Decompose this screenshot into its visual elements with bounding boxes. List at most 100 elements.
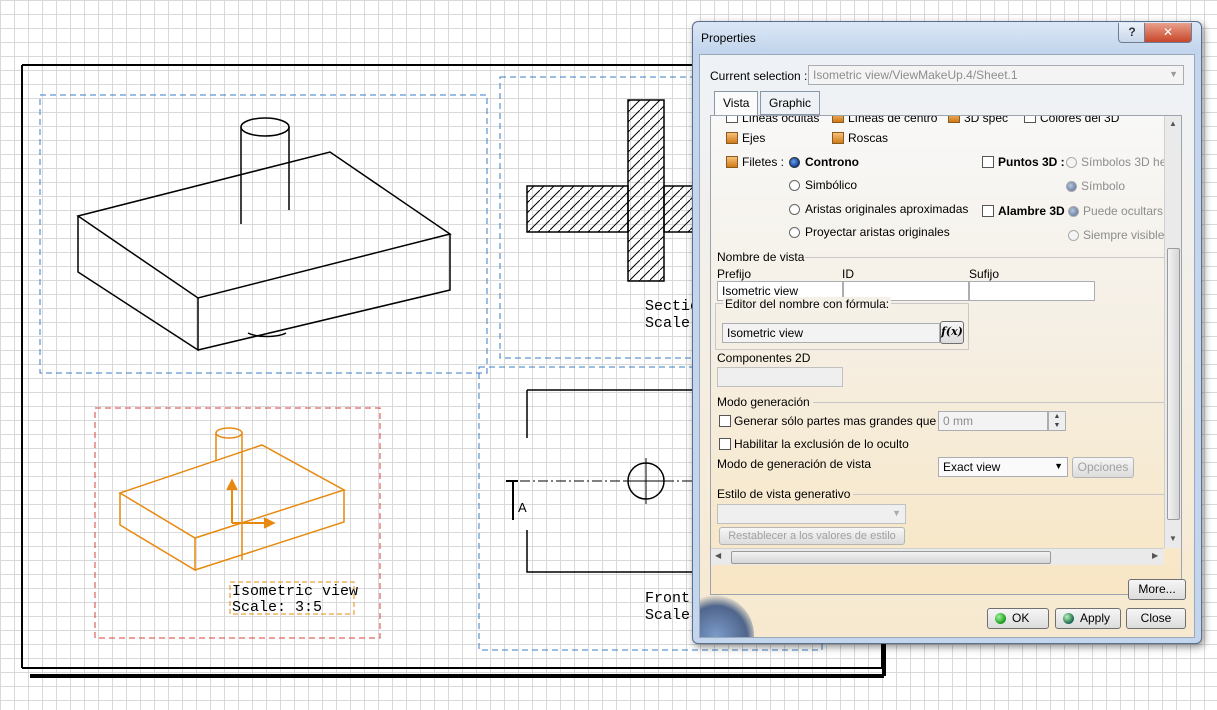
3d-wireframe-checkbox[interactable] [982, 205, 994, 217]
fillet-project-radio[interactable] [789, 227, 800, 238]
view-generation-mode-label: Modo de generación de vista [717, 457, 872, 471]
front-view-scale[interactable]: Scale [645, 607, 690, 624]
section-divider [805, 257, 1165, 258]
3d-spec-checkbox[interactable] [948, 116, 960, 123]
3d-symbols-label: Símbolos 3D he [1081, 155, 1167, 169]
apply-button[interactable]: Apply [1055, 608, 1121, 629]
options-button[interactable]: Opciones [1072, 457, 1134, 478]
id-label: ID [842, 267, 854, 281]
prefix-label: Prefijo [717, 267, 752, 281]
ok-button[interactable]: OK [987, 608, 1049, 629]
section-drawing [526, 99, 696, 282]
chevron-down-icon: ▼ [1054, 461, 1063, 471]
tab-vista[interactable]: Vista [714, 91, 759, 116]
reset-style-button[interactable]: Restablecer a los valores de estilo [719, 527, 905, 545]
generation-section-title: Modo generación [717, 395, 810, 409]
3d-points-label: Puntos 3D : [998, 155, 1065, 169]
ok-label: OK [1012, 611, 1030, 625]
generate-large-parts-checkbox[interactable] [719, 415, 731, 427]
formula-editor-label: Editor del nombre con fórmula: [723, 297, 892, 311]
symbol-label: Símbolo [1081, 179, 1126, 193]
horizontal-scroll-thumb[interactable] [731, 551, 1051, 564]
min-size-input[interactable]: 0 mm [938, 411, 1048, 431]
vertical-scroll-thumb[interactable] [1167, 248, 1180, 520]
view-name-section-title: Nombre de vista [717, 250, 805, 264]
fillet-contour-label: Controno [805, 155, 859, 169]
iso-view-title[interactable]: Isometric view [232, 583, 358, 600]
more-button[interactable]: More... [1128, 579, 1186, 600]
dialog-title: Properties [701, 31, 756, 45]
fillet-contour-radio[interactable] [789, 157, 800, 168]
front-view-title[interactable]: Front [645, 590, 690, 607]
scroll-left-icon[interactable]: ◀ [715, 551, 721, 560]
scroll-right-icon[interactable]: ▶ [1152, 551, 1158, 560]
current-selection-combo[interactable]: Isometric view/ViewMakeUp.4/Sheet.1 ▼ [808, 65, 1184, 85]
generate-large-parts-label: Generar sólo partes mas grandes que [734, 414, 937, 428]
enable-occlusion-label: Habilitar la exclusión de lo oculto [734, 437, 909, 451]
isometric-solid [76, 117, 452, 352]
section-view-scale[interactable]: Scale [645, 315, 690, 332]
3d-wireframe-label: Alambre 3D [998, 204, 1065, 218]
can-hide-label: Puede ocultars [1083, 204, 1164, 218]
suffix-input[interactable] [969, 281, 1095, 301]
iso-view-scale[interactable]: Scale: 3:5 [232, 599, 322, 616]
window-close-button[interactable]: ✕ [1144, 23, 1192, 43]
always-visible-label: Siempre visible [1083, 228, 1165, 242]
app-logo-graphic [700, 595, 754, 637]
horizontal-scrollbar[interactable]: ◀ ▶ [711, 548, 1164, 565]
section-divider [813, 402, 1165, 403]
3d-colors-label: Colores del 3D [1040, 115, 1120, 125]
always-visible-radio[interactable] [1068, 230, 1079, 241]
fillets-label: Filetes : [742, 155, 785, 169]
fillet-project-label: Proyectar aristas originales [805, 225, 950, 239]
fillets-checkbox[interactable] [726, 156, 738, 168]
components-2d-field[interactable] [717, 367, 843, 387]
scroll-up-icon[interactable]: ▲ [1166, 119, 1180, 128]
formula-fx-button[interactable]: f(x) [940, 321, 964, 344]
generative-style-combo[interactable]: ▼ [717, 504, 906, 524]
dialog-client: Current selection : Isometric view/ViewM… [699, 54, 1195, 638]
section-view-title[interactable]: Sectio [645, 298, 699, 315]
3d-points-checkbox[interactable] [982, 156, 994, 168]
vertical-scrollbar[interactable]: ▲ ▼ [1164, 116, 1181, 548]
suffix-label: Sufijo [969, 267, 1000, 281]
hidden-lines-checkbox[interactable] [726, 116, 738, 123]
3d-colors-checkbox[interactable] [1024, 116, 1036, 123]
hidden-lines-label: Líneas ocultas [742, 115, 820, 125]
can-hide-radio[interactable] [1068, 206, 1079, 217]
components-2d-label: Componentes 2D [717, 351, 811, 365]
threads-checkbox[interactable] [832, 132, 844, 144]
selected-isometric-solid [118, 427, 346, 572]
properties-dialog[interactable]: Properties ? ✕ Current selection : Isome… [692, 21, 1202, 644]
enable-occlusion-checkbox[interactable] [719, 438, 731, 450]
generative-style-label: Estilo de vista generativo [717, 487, 851, 501]
close-button[interactable]: Close [1126, 608, 1186, 629]
center-lines-label: Líneas de centro [848, 115, 938, 125]
fillet-approx-radio[interactable] [789, 204, 800, 215]
generation-mode-value: Exact view [943, 460, 1001, 474]
section-marker-label: A [518, 500, 527, 515]
axes-checkbox[interactable] [726, 132, 738, 144]
formula-input[interactable]: Isometric view [722, 323, 940, 343]
axes-label: Ejes [742, 131, 766, 145]
generation-mode-select[interactable]: Exact view ▼ [938, 457, 1068, 477]
section-divider [853, 494, 1165, 495]
3d-spec-label: 3D spec [964, 115, 1009, 125]
tab-graphic[interactable]: Graphic [760, 91, 821, 115]
scroll-down-icon[interactable]: ▼ [1166, 534, 1180, 543]
3d-symbols-radio[interactable] [1066, 157, 1077, 168]
current-selection-value: Isometric view/ViewMakeUp.4/Sheet.1 [813, 68, 1018, 82]
chevron-down-icon: ▼ [1169, 69, 1178, 79]
tab-page: Líneas ocultas Líneas de centro 3D spec … [710, 115, 1182, 595]
chevron-down-icon: ▼ [892, 508, 901, 518]
fillet-symbolic-label: Simbólico [805, 178, 858, 192]
center-lines-checkbox[interactable] [832, 116, 844, 123]
fillet-symbolic-radio[interactable] [789, 180, 800, 191]
dialog-titlebar[interactable]: Properties ? ✕ [693, 22, 1201, 54]
help-button[interactable]: ? [1118, 23, 1146, 43]
apply-icon [1063, 613, 1074, 624]
min-size-spinner[interactable]: ▲ ▼ [1048, 411, 1066, 431]
ok-icon [995, 613, 1006, 624]
apply-label: Apply [1080, 611, 1111, 625]
symbol-radio[interactable] [1066, 181, 1077, 192]
